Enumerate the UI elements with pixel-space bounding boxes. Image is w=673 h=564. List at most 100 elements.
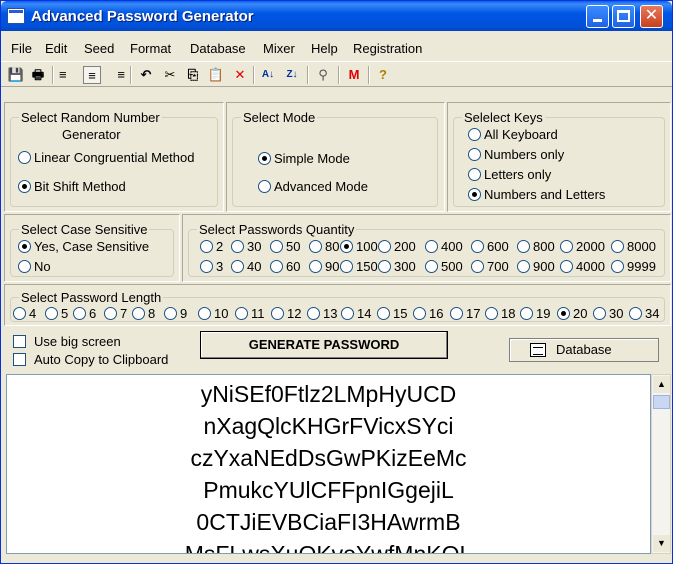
rng-bitshift-radio[interactable]: Bit Shift Method [18, 179, 126, 194]
radio-dot [340, 260, 353, 273]
quantity-radio-400[interactable]: 400 [425, 239, 463, 254]
length-radio-5[interactable]: 5 [45, 306, 68, 321]
menu-format[interactable]: Format [130, 41, 171, 56]
mixer-icon[interactable]: M [345, 66, 363, 84]
print-icon[interactable]: 🖶 [29, 66, 47, 84]
quantity-radio-9999[interactable]: 9999 [611, 259, 656, 274]
generate-password-button[interactable]: GENERATE PASSWORD [200, 331, 448, 359]
quantity-radio-500[interactable]: 500 [425, 259, 463, 274]
radio-label: 11 [251, 306, 265, 321]
quantity-radio-600[interactable]: 600 [471, 239, 509, 254]
length-radio-30[interactable]: 30 [593, 306, 623, 321]
auto-copy-checkbox[interactable]: Auto Copy to Clipboard [13, 352, 168, 367]
quantity-radio-700[interactable]: 700 [471, 259, 509, 274]
password-line: MsFLwsXuOKvoYwfMnKOL [184, 541, 473, 554]
quantity-radio-3[interactable]: 3 [200, 259, 223, 274]
close-button[interactable]: ✕ [640, 5, 663, 28]
find-icon[interactable]: ⚲ [314, 66, 332, 84]
quantity-radio-150[interactable]: 150 [340, 259, 378, 274]
copy-icon[interactable]: ⎘ [184, 66, 202, 84]
radio-label: All Keyboard [484, 127, 558, 142]
radio-dot [340, 240, 353, 253]
length-radio-9[interactable]: 9 [164, 306, 187, 321]
menu-database[interactable]: Database [190, 41, 246, 56]
length-radio-17[interactable]: 17 [450, 306, 480, 321]
menu-seed[interactable]: Seed [84, 41, 114, 56]
length-radio-20[interactable]: 20 [557, 306, 587, 321]
align-left-icon[interactable]: ≡ [59, 66, 77, 84]
mode-simple-radio[interactable]: Simple Mode [258, 151, 350, 166]
length-radio-13[interactable]: 13 [307, 306, 337, 321]
radio-label: 19 [536, 306, 551, 321]
password-output[interactable]: yNiSEf0Ftlz2LMpHyUCD nXagQlcKHGrFVicxSYc… [6, 374, 651, 554]
quantity-radio-4000[interactable]: 4000 [560, 259, 605, 274]
radio-dot [258, 180, 271, 193]
length-radio-12[interactable]: 12 [271, 306, 301, 321]
quantity-radio-800[interactable]: 800 [517, 239, 555, 254]
quantity-radio-2000[interactable]: 2000 [560, 239, 605, 254]
quantity-radio-8000[interactable]: 8000 [611, 239, 656, 254]
vertical-scrollbar[interactable]: ▲ ▼ [651, 374, 671, 554]
menu-edit[interactable]: Edit [45, 41, 67, 56]
sort-ascending-icon[interactable]: A↓ [259, 66, 277, 84]
quantity-radio-900[interactable]: 900 [517, 259, 555, 274]
keys-letters-radio[interactable]: Letters only [468, 167, 551, 182]
menu-mixer[interactable]: Mixer [263, 41, 295, 56]
keys-all-radio[interactable]: All Keyboard [468, 127, 558, 142]
quantity-radio-40[interactable]: 40 [231, 259, 261, 274]
radio-label: 9999 [627, 259, 656, 274]
quantity-radio-60[interactable]: 60 [270, 259, 300, 274]
minimize-icon [593, 19, 602, 22]
quantity-radio-300[interactable]: 300 [378, 259, 416, 274]
title-bar[interactable]: Advanced Password Generator ✕ [1, 1, 672, 31]
case-yes-radio[interactable]: Yes, Case Sensitive [18, 239, 149, 254]
length-radio-11[interactable]: 11 [235, 306, 265, 321]
paste-icon[interactable]: 📋 [207, 66, 225, 84]
quantity-radio-50[interactable]: 50 [270, 239, 300, 254]
length-radio-19[interactable]: 19 [520, 306, 550, 321]
length-radio-34[interactable]: 34 [629, 306, 659, 321]
password-line: yNiSEf0Ftlz2LMpHyUCD [200, 381, 457, 407]
keys-numbers-radio[interactable]: Numbers only [468, 147, 564, 162]
keys-numbers-letters-radio[interactable]: Numbers and Letters [468, 187, 605, 202]
help-icon[interactable]: ? [374, 66, 392, 84]
quantity-radio-2[interactable]: 2 [200, 239, 223, 254]
menu-file[interactable]: File [11, 41, 32, 56]
length-radio-14[interactable]: 14 [341, 306, 371, 321]
align-center-icon[interactable]: ≡ [83, 66, 101, 84]
save-icon[interactable]: 💾 [7, 66, 25, 84]
mode-advanced-radio[interactable]: Advanced Mode [258, 179, 368, 194]
length-radio-10[interactable]: 10 [198, 306, 228, 321]
length-radio-16[interactable]: 16 [413, 306, 443, 321]
radio-label: 30 [609, 306, 624, 321]
quantity-radio-200[interactable]: 200 [378, 239, 416, 254]
sort-descending-icon[interactable]: Z↓ [283, 66, 301, 84]
case-no-radio[interactable]: No [18, 259, 51, 274]
scroll-down-icon[interactable]: ▼ [653, 535, 670, 552]
align-right-icon[interactable]: ≡ [107, 66, 125, 84]
quantity-radio-30[interactable]: 30 [231, 239, 261, 254]
quantity-radio-100[interactable]: 100 [340, 239, 378, 254]
scroll-up-icon[interactable]: ▲ [653, 376, 670, 393]
delete-icon[interactable]: ✕ [231, 66, 249, 84]
length-radio-18[interactable]: 18 [485, 306, 515, 321]
cut-icon[interactable]: ✂ [161, 66, 179, 84]
quantity-radio-90[interactable]: 90 [309, 259, 339, 274]
big-screen-checkbox[interactable]: Use big screen [13, 334, 121, 349]
length-radio-8[interactable]: 8 [132, 306, 155, 321]
menu-help[interactable]: Help [311, 41, 338, 56]
radio-dot [413, 307, 426, 320]
length-radio-15[interactable]: 15 [377, 306, 407, 321]
length-radio-7[interactable]: 7 [104, 306, 127, 321]
scroll-thumb[interactable] [653, 395, 670, 409]
undo-icon[interactable]: ↶ [137, 66, 155, 84]
rng-linear-radio[interactable]: Linear Congruential Method [18, 150, 194, 165]
length-radio-6[interactable]: 6 [73, 306, 96, 321]
menu-registration[interactable]: Registration [353, 41, 422, 56]
quantity-radio-80[interactable]: 80 [309, 239, 339, 254]
length-radio-4[interactable]: 4 [13, 306, 36, 321]
database-button[interactable]: Database [509, 338, 659, 362]
minimize-button[interactable] [586, 5, 609, 28]
maximize-button[interactable] [612, 5, 635, 28]
radio-label: 300 [394, 259, 416, 274]
